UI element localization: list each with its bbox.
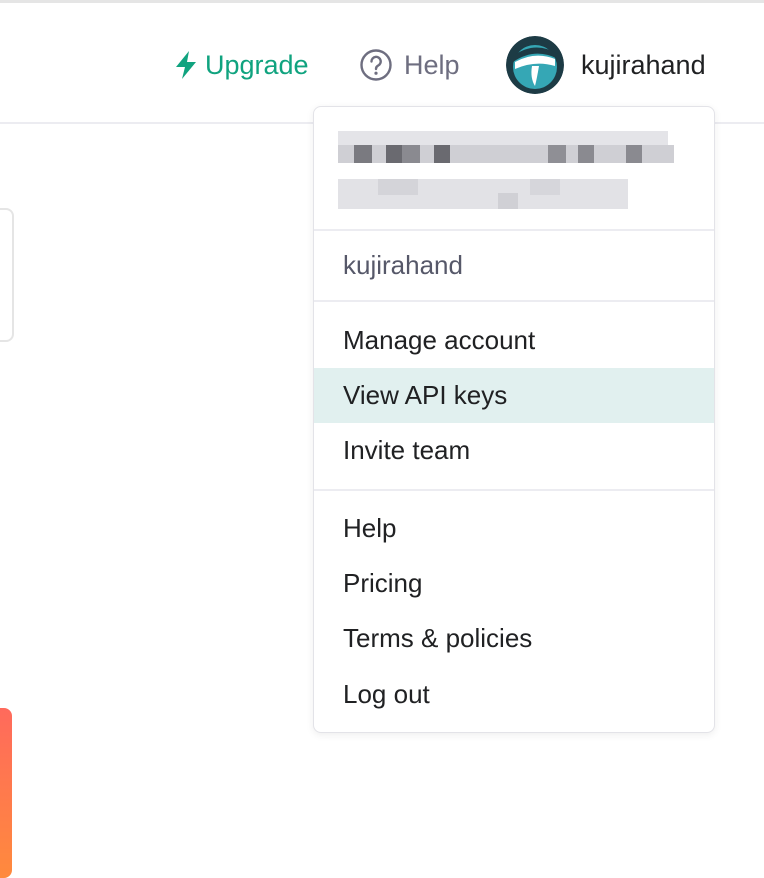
user-avatar [506,36,564,94]
menu-username: kujirahand [343,250,463,280]
menu-item-log-out[interactable]: Log out [314,667,714,722]
upgrade-link[interactable]: Upgrade [175,47,309,83]
menu-item-help[interactable]: Help [314,501,714,556]
question-circle-icon [360,49,392,81]
menu-item-manage-account[interactable]: Manage account [314,313,714,368]
menu-item-terms-policies[interactable]: Terms & policies [314,611,714,666]
side-card-edge [0,208,14,342]
lightning-bolt-icon [176,51,196,79]
menu-item-invite-team[interactable]: Invite team [314,423,714,478]
upgrade-label: Upgrade [205,49,309,80]
menu-item-pricing[interactable]: Pricing [314,556,714,611]
menu-divider [314,300,714,302]
menu-divider [314,489,714,491]
redacted-email [338,131,678,211]
menu-divider [314,229,714,231]
menu-item-view-api-keys[interactable]: View API keys [314,368,714,423]
user-menu-button[interactable]: kujirahand [506,36,706,94]
help-label: Help [404,49,460,80]
help-link[interactable]: Help [360,47,460,83]
top-header: Upgrade Help kujirahand [0,3,764,123]
user-dropdown-menu: kujirahand Manage account View API keys … [313,106,715,733]
username-label: kujirahand [581,49,706,80]
orange-card-edge [0,708,12,878]
